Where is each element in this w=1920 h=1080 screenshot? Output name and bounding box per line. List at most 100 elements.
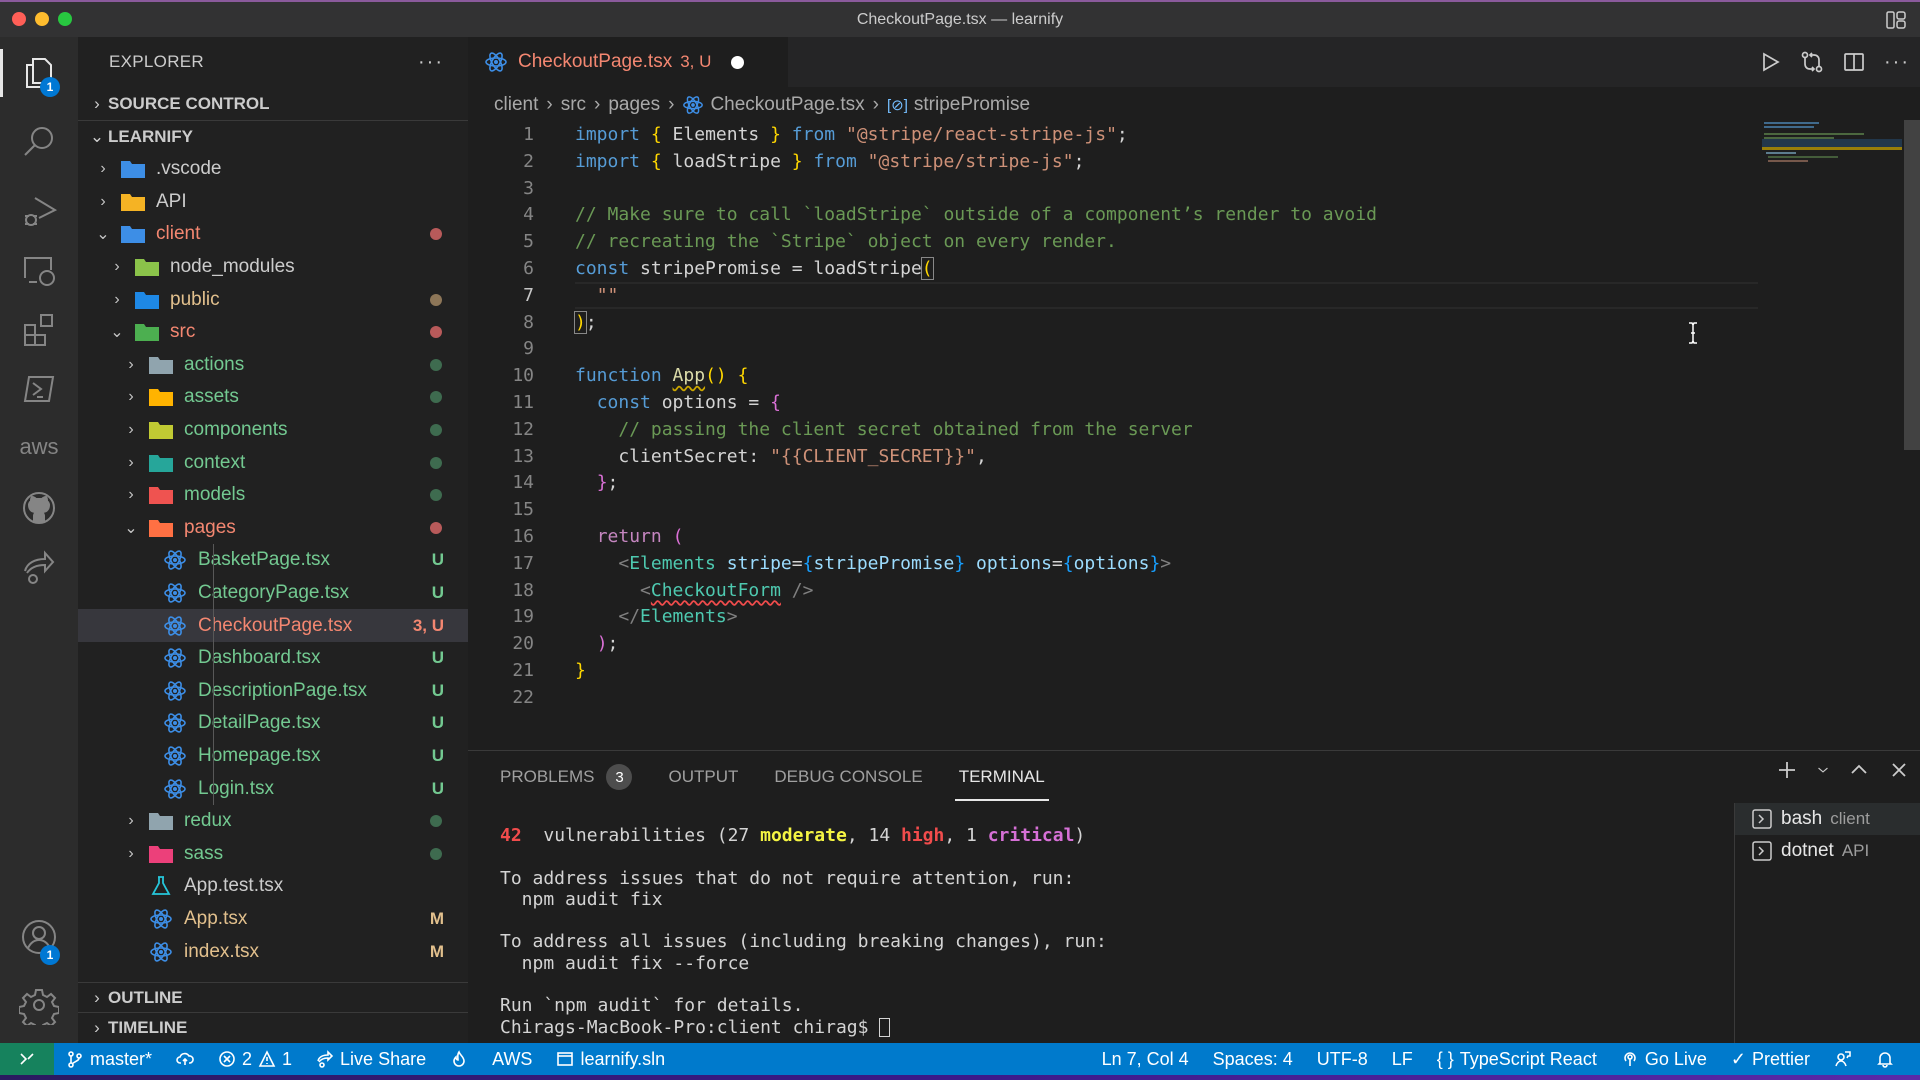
tree-file[interactable]: DetailPage.tsx U (78, 707, 468, 740)
tab-terminal[interactable]: TERMINAL (954, 767, 1049, 801)
code-line[interactable]: 13 clientSecret: "{{CLIENT_SECRET}}", (468, 443, 1758, 470)
notifications-status[interactable] (1864, 1050, 1906, 1068)
tree-file[interactable]: Homepage.tsx U (78, 740, 468, 773)
minimap[interactable] (1762, 120, 1902, 200)
timeline-section[interactable]: › TIMELINE (78, 1012, 468, 1043)
tree-folder[interactable]: ⌄ pages (78, 512, 468, 545)
remote-explorer-activity[interactable] (0, 240, 78, 300)
flame-status[interactable] (438, 1050, 480, 1068)
code-line[interactable]: 21} (468, 657, 1758, 684)
code-line[interactable]: 11 const options = { (468, 389, 1758, 416)
tree-file[interactable]: Login.tsx U (78, 772, 468, 805)
tree-folder[interactable]: › actions (78, 349, 468, 382)
close-panel-icon[interactable] (1888, 759, 1910, 781)
tab-output[interactable]: OUTPUT (668, 767, 738, 787)
tree-folder[interactable]: › node_modules (78, 251, 468, 284)
code-line[interactable]: 22 (468, 684, 1758, 711)
code-line[interactable]: 17 <Elements stripe={stripePromise} opti… (468, 550, 1758, 577)
code-line[interactable]: 4 // Make sure to call `loadStripe` outsi… (468, 201, 1758, 228)
explorer-activity[interactable]: 1 (0, 43, 78, 103)
run-debug-activity[interactable] (0, 182, 78, 242)
encoding-status[interactable]: UTF-8 (1305, 1049, 1380, 1070)
tree-folder[interactable]: › public (78, 283, 468, 316)
tab-checkoutpage[interactable]: CheckoutPage.tsx 3, U (468, 37, 788, 87)
breadcrumb-item[interactable]: stripePromise (914, 94, 1030, 116)
search-activity[interactable] (0, 112, 78, 172)
close-window-button[interactable] (12, 12, 26, 26)
terminal-output[interactable]: 42 vulnerabilities (27 moderate, 14 high… (500, 825, 1107, 1038)
unsaved-dot-icon[interactable] (731, 55, 745, 69)
breadcrumb-item[interactable]: CheckoutPage.tsx (710, 94, 864, 116)
tree-file[interactable]: App.tsx M (78, 903, 468, 936)
tab-debug-console[interactable]: DEBUG CONSOLE (774, 767, 922, 787)
manage-activity[interactable] (0, 975, 78, 1035)
code-editor[interactable]: 1 import { Elements } from "@stripe/react… (468, 120, 1920, 740)
breadcrumb-item[interactable]: src (561, 94, 586, 116)
tree-folder[interactable]: › .vscode (78, 153, 468, 186)
editor-scrollbar[interactable] (1904, 120, 1920, 450)
code-line[interactable]: 16 return ( (468, 523, 1758, 550)
tree-file[interactable]: CategoryPage.tsx U (78, 577, 468, 610)
aws-activity[interactable]: aws (0, 417, 78, 477)
tree-file[interactable]: Dashboard.tsx U (78, 642, 468, 675)
code-line[interactable]: 7 "" (468, 282, 1758, 309)
code-line[interactable]: 6 const stripePromise = loadStripe( (468, 255, 1758, 282)
accounts-activity[interactable]: 1 (0, 907, 78, 967)
code-line[interactable]: 19 </Elements> (468, 603, 1758, 630)
run-icon[interactable] (1758, 50, 1782, 74)
terminal-item-bash[interactable]: bash client (1735, 803, 1920, 835)
tree-folder[interactable]: ⌄ src (78, 316, 468, 349)
code-line[interactable]: 9 (468, 335, 1758, 362)
code-line[interactable]: 2 import { loadStripe } from "@stripe/str… (468, 148, 1758, 175)
open-changes-icon[interactable] (1800, 50, 1824, 74)
maximize-panel-icon[interactable] (1848, 759, 1870, 781)
remote-indicator[interactable] (0, 1043, 54, 1075)
tree-folder[interactable]: › sass (78, 837, 468, 870)
tree-folder[interactable]: ⌄ client (78, 218, 468, 251)
code-line[interactable]: 20 ); (468, 630, 1758, 657)
feedback-status[interactable] (1822, 1050, 1864, 1068)
cursor-position-status[interactable]: Ln 7, Col 4 (1090, 1049, 1201, 1070)
source-control-section[interactable]: › SOURCE CONTROL (78, 87, 468, 120)
workspace-section[interactable]: ⌄ LEARNIFY (78, 120, 468, 153)
prettier-status[interactable]: ✓ Prettier (1719, 1049, 1822, 1070)
chevron-down-icon[interactable] (1816, 759, 1830, 781)
code-line[interactable]: 10 function App() { (468, 362, 1758, 389)
tree-file[interactable]: App.test.tsx (78, 870, 468, 903)
code-line[interactable]: 12 // passing the client secret obtained… (468, 416, 1758, 443)
code-line[interactable]: 15 (468, 496, 1758, 523)
aws-status[interactable]: AWS (480, 1049, 544, 1070)
split-editor-icon[interactable] (1842, 50, 1866, 74)
eol-status[interactable]: LF (1380, 1049, 1425, 1070)
solution-status[interactable]: learnify.sln (544, 1049, 677, 1070)
code-line[interactable]: 18 <CheckoutForm /> (468, 577, 1758, 604)
live-share-status[interactable]: Live Share (304, 1049, 438, 1070)
code-line[interactable]: 1 import { Elements } from "@stripe/react… (468, 121, 1758, 148)
indentation-status[interactable]: Spaces: 4 (1201, 1049, 1305, 1070)
extensions-activity[interactable] (0, 299, 78, 359)
explorer-more-actions-button[interactable]: ··· (418, 51, 444, 74)
code-line[interactable]: 8); (468, 309, 1758, 336)
tab-problems[interactable]: PROBLEMS 3 (500, 764, 633, 790)
tree-file[interactable]: BasketPage.tsx U (78, 544, 468, 577)
tree-folder[interactable]: › context (78, 446, 468, 479)
code-line[interactable]: 14 }; (468, 469, 1758, 496)
new-terminal-icon[interactable] (1776, 759, 1798, 781)
terminal-activity[interactable] (0, 359, 78, 419)
code-line[interactable]: 5 // recreating the `Stripe` object on ev… (468, 228, 1758, 255)
code-line[interactable]: 3 (468, 175, 1758, 202)
maximize-window-button[interactable] (58, 12, 72, 26)
tree-folder[interactable]: › models (78, 479, 468, 512)
more-actions-icon[interactable]: ··· (1884, 51, 1910, 74)
customize-layout-icon[interactable] (1886, 11, 1906, 29)
tree-file[interactable]: CheckoutPage.tsx 3, U (78, 609, 468, 642)
breadcrumb-item[interactable]: client (494, 94, 538, 116)
tree-file[interactable]: index.tsx M (78, 935, 468, 968)
problems-status[interactable]: 2 1 (206, 1049, 304, 1070)
live-share-activity[interactable] (0, 537, 78, 597)
branch-status[interactable]: master* (54, 1049, 164, 1070)
github-activity[interactable] (0, 478, 78, 538)
tree-folder[interactable]: › redux (78, 805, 468, 838)
go-live-status[interactable]: Go Live (1609, 1049, 1719, 1070)
tree-file[interactable]: DescriptionPage.tsx U (78, 675, 468, 708)
